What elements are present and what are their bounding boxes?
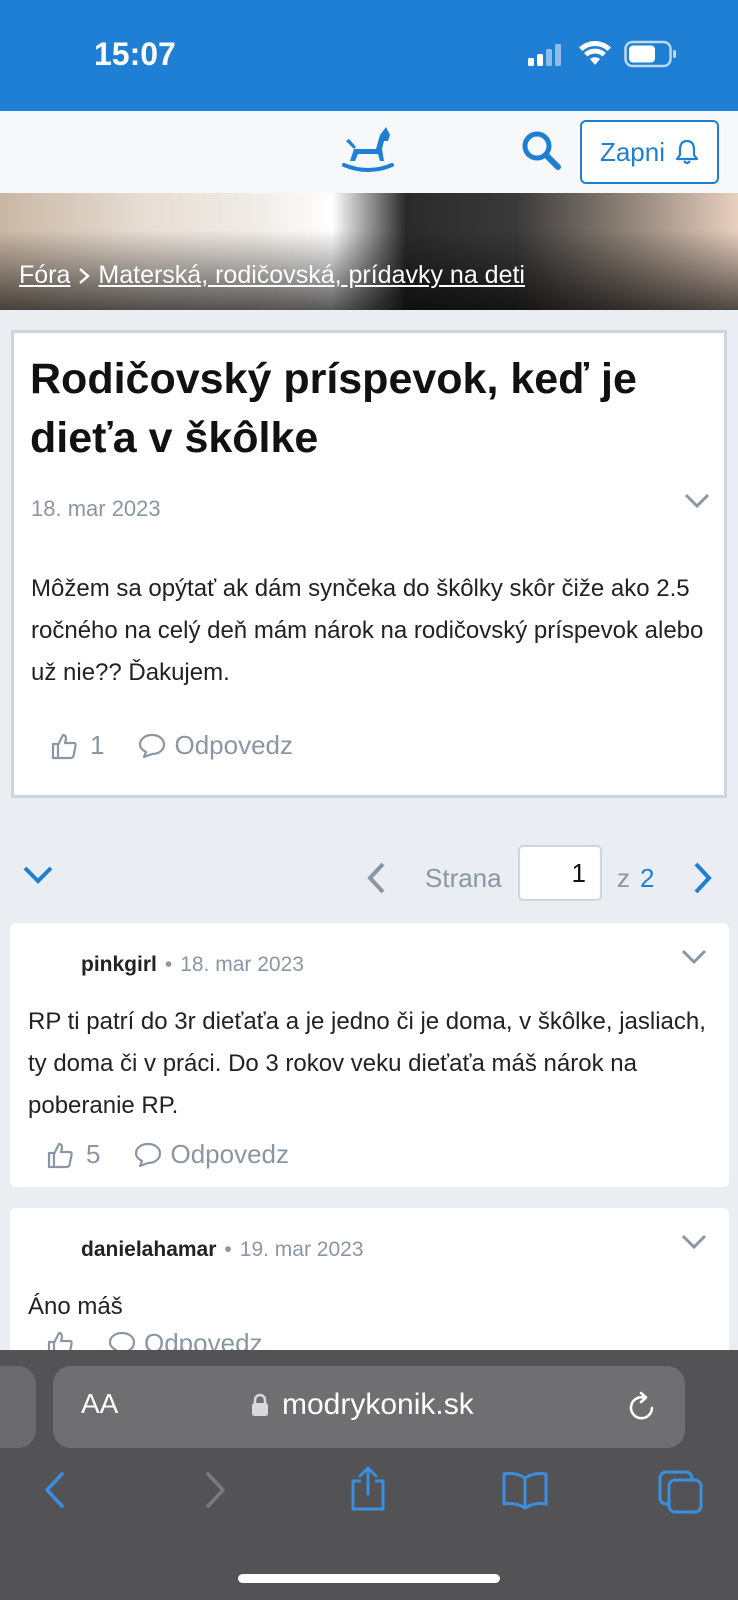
reply-button[interactable]: Odpovedz — [134, 1139, 289, 1170]
post-title: Rodičovský príspevok, keď je dieťa v škô… — [30, 355, 637, 462]
comment-date: 18. mar 2023 — [180, 953, 304, 976]
comment-text: Áno máš — [28, 1293, 123, 1320]
notify-button-label: Zapni — [599, 136, 666, 167]
search-icon[interactable] — [520, 129, 562, 171]
comment-meta: danielahamar • 19. mar 2023 — [81, 1238, 364, 1262]
comment-author[interactable]: danielahamar — [81, 1238, 216, 1262]
rocking-horse-logo-icon[interactable] — [340, 125, 396, 173]
site-header: Zapni — [0, 111, 738, 193]
forward-icon[interactable] — [202, 1470, 228, 1510]
pagination: Strana z 2 — [0, 845, 738, 911]
breadcrumb-forums-link[interactable]: Fóra — [19, 261, 70, 290]
category-banner: Fóra Materská, rodičovská, prídavky na d… — [0, 193, 738, 310]
page-of-label: z — [617, 863, 630, 893]
breadcrumb-category-link[interactable]: Materská, rodičovská, prídavky na deti — [98, 261, 525, 290]
post-likes-count: 1 — [90, 730, 105, 760]
comment-meta: pinkgirl • 18. mar 2023 — [81, 953, 304, 977]
meta-separator: • — [164, 953, 173, 976]
chevron-down-icon[interactable] — [681, 949, 707, 965]
status-time: 15:07 — [94, 36, 176, 72]
meta-separator: • — [224, 1238, 232, 1261]
chevron-down-icon[interactable] — [22, 865, 54, 885]
wifi-icon — [579, 41, 611, 65]
comment-card: pinkgirl • 18. mar 2023 RP ti patrí do 3… — [10, 923, 729, 1187]
reload-icon[interactable] — [627, 1390, 657, 1422]
thumbs-up-icon — [51, 733, 77, 759]
text-size-button[interactable]: AA — [81, 1388, 118, 1420]
breadcrumb: Fóra Materská, rodičovská, prídavky na d… — [19, 261, 525, 290]
comment-text: RP ti patrí do 3r dieťaťa a je jedno či … — [28, 1008, 706, 1119]
original-post: Rodičovský príspevok, keď je dieťa v škô… — [11, 330, 727, 798]
comment-author[interactable]: pinkgirl — [81, 953, 157, 977]
post-actions: 1 Odpovedz — [50, 730, 293, 761]
total-pages-link[interactable]: 2 — [640, 863, 654, 894]
home-indicator — [238, 1574, 500, 1583]
page-label: Strana — [425, 863, 502, 893]
speech-bubble-icon — [139, 733, 166, 758]
next-page-icon[interactable] — [692, 861, 714, 895]
post-body: Môžem sa opýtať ak dám synčeka do škôlky… — [31, 575, 704, 686]
bookmarks-icon[interactable] — [500, 1470, 550, 1510]
lock-icon — [252, 1393, 268, 1416]
bell-icon — [675, 139, 699, 165]
battery-icon — [624, 40, 676, 68]
status-bar: 15:07 — [0, 0, 738, 111]
page-number-input[interactable] — [518, 845, 602, 901]
comment-likes-count: 5 — [86, 1139, 101, 1169]
browser-nav-bar — [0, 1466, 738, 1536]
thumbs-up-icon — [47, 1142, 73, 1168]
like-button[interactable]: 5 — [46, 1139, 100, 1170]
chevron-down-icon[interactable] — [684, 493, 710, 509]
comment-actions: 5 Odpovedz — [46, 1139, 289, 1170]
tabs-icon[interactable] — [658, 1470, 704, 1514]
post-date: 18. mar 2023 — [31, 496, 161, 521]
previous-tab-preview[interactable] — [0, 1366, 36, 1448]
previous-page-icon[interactable] — [365, 861, 387, 895]
reply-label: Odpovedz — [170, 1139, 289, 1169]
comment-date: 19. mar 2023 — [239, 1238, 364, 1261]
back-icon[interactable] — [42, 1470, 68, 1510]
reply-label: Odpovedz — [174, 730, 293, 760]
address-bar[interactable]: AA modrykonik.sk — [53, 1366, 685, 1448]
notify-button[interactable]: Zapni — [580, 120, 719, 184]
share-icon[interactable] — [348, 1466, 388, 1512]
like-button[interactable]: 1 — [50, 730, 104, 761]
speech-bubble-icon — [135, 1142, 162, 1167]
url-domain[interactable]: modrykonik.sk — [282, 1388, 474, 1422]
cellular-signal-icon — [528, 44, 561, 66]
reply-button[interactable]: Odpovedz — [138, 730, 293, 761]
chevron-right-icon — [79, 267, 91, 284]
chevron-down-icon[interactable] — [681, 1234, 707, 1250]
